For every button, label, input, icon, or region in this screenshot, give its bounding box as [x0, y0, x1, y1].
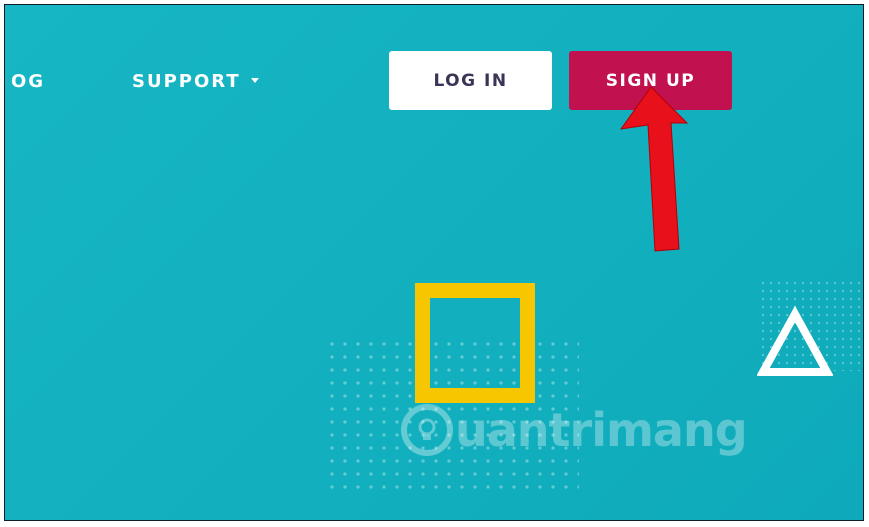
red-arrow-annotation [619, 86, 689, 252]
login-button[interactable]: LOG IN [389, 51, 552, 110]
watermark-logo: uantrimang [401, 403, 748, 457]
nav-blog-link[interactable]: OG [11, 71, 45, 92]
decorative-square [415, 283, 535, 403]
decorative-triangle [757, 306, 833, 376]
nav-support-dropdown[interactable]: SUPPORT [132, 71, 259, 92]
nav-blog-label: OG [11, 71, 46, 92]
chevron-down-icon [250, 77, 259, 83]
lightbulb-icon [401, 404, 453, 456]
login-button-label: LOG IN [433, 70, 508, 91]
nav-support-label: SUPPORT [132, 71, 241, 92]
hero-section: OG SUPPORT LOG IN SIGN UP uantrimang [4, 4, 864, 521]
watermark-text: uantrimang [455, 403, 748, 457]
